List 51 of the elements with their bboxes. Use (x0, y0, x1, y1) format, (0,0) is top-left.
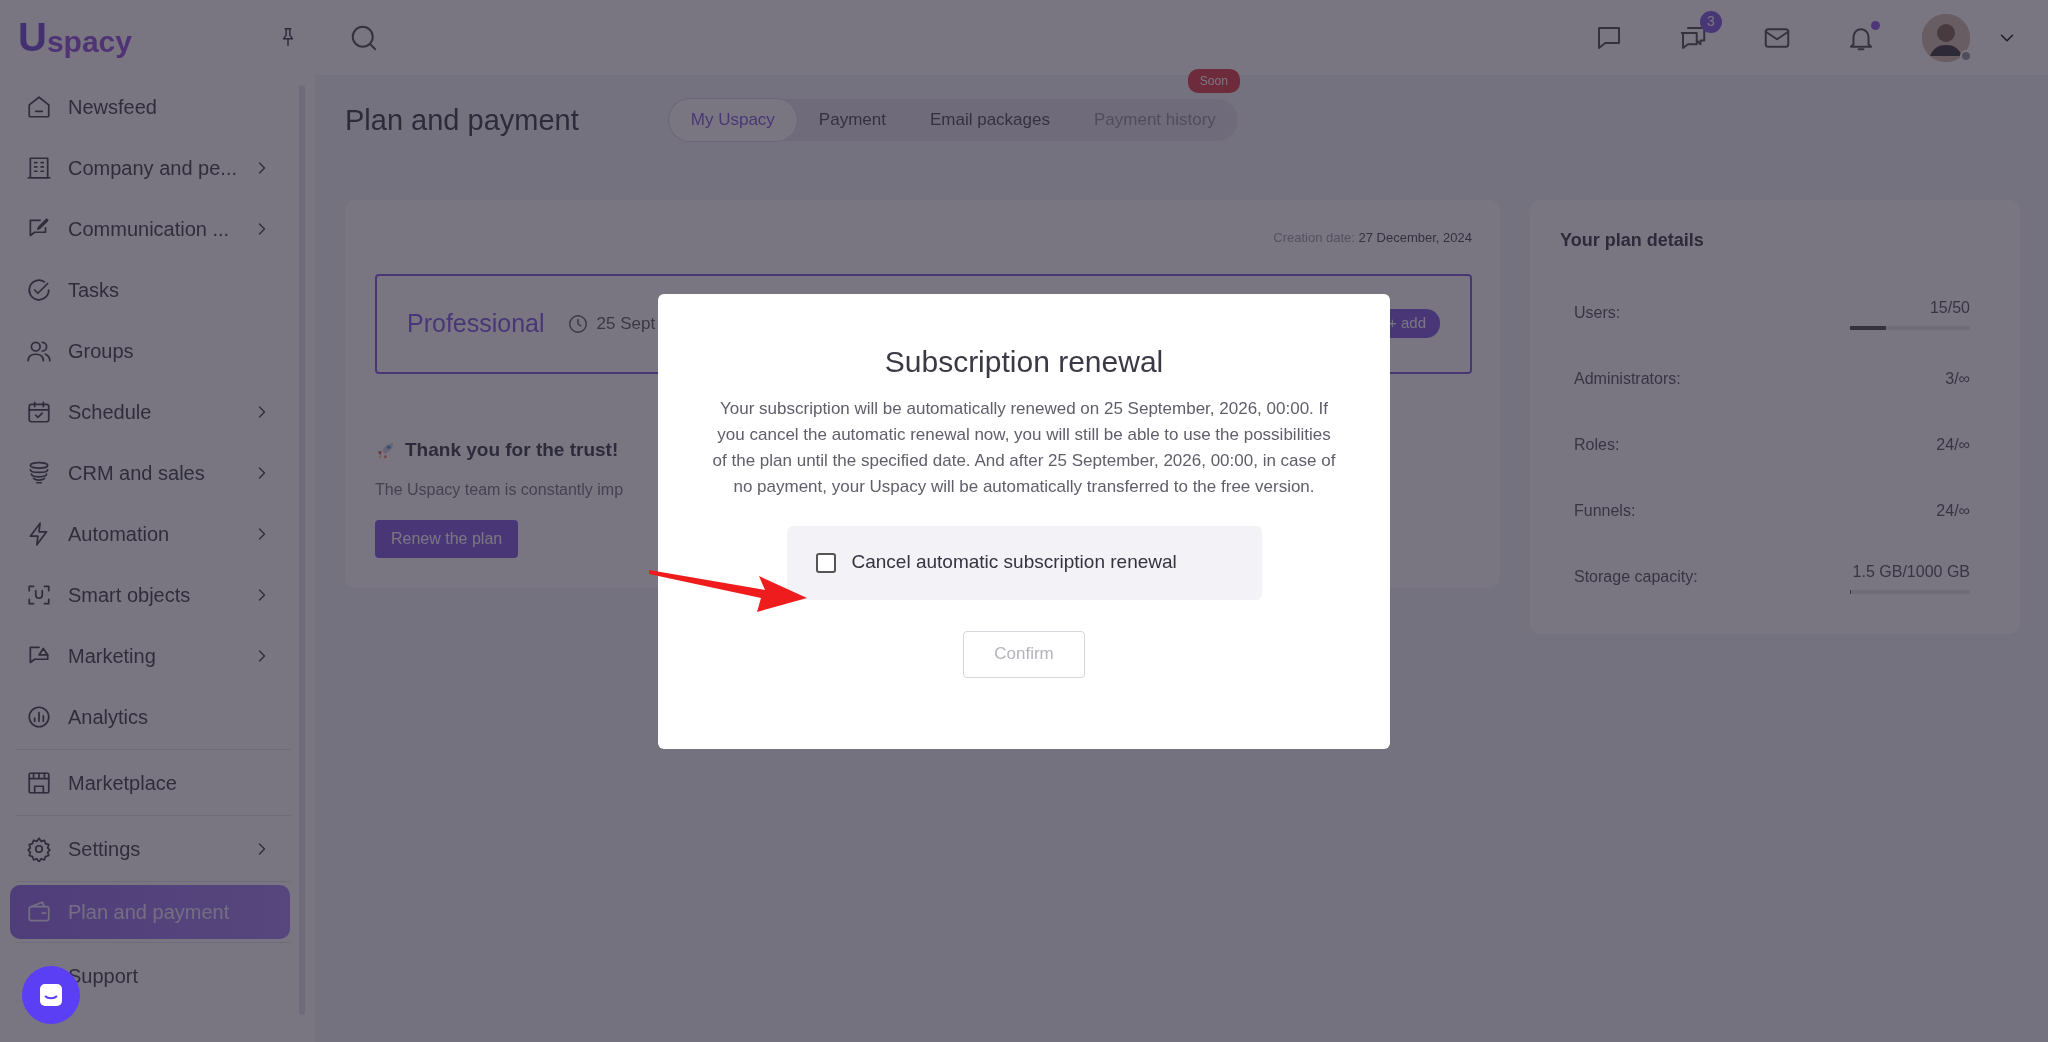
panel-title: Your plan details (1560, 230, 1705, 252)
sidebar-item[interactable]: Support (10, 945, 290, 1006)
dialog-text: Your subscription will be automatically renewed on 25 September, 2026, 00:00. If you cancel the automatic renewal now, you will still be able to use the possibilities of the plan until the specified date. And after 25 September, 2026, 00:00, in case of no payment, your Uspacy will be automatically transferred to the free version. (711, 397, 1337, 498)
tab[interactable]: My Uspacy (668, 99, 797, 141)
sidebar-item[interactable]: Groups (10, 320, 290, 381)
sidebar-item[interactable]: Tasks (10, 259, 290, 320)
checkbox-label: Cancel automatic subscription renewal (851, 550, 1177, 575)
count-badge: 3 (1700, 10, 1722, 33)
tab[interactable]: Email packages (907, 99, 1072, 141)
sidebar-item[interactable]: Marketplace (10, 752, 290, 813)
detail-label: Administrators: (1574, 368, 1681, 389)
settings-icon (26, 835, 52, 862)
avatar[interactable] (1922, 13, 1970, 62)
sidebar-item[interactable]: Settings (10, 818, 290, 879)
detail-label: Storage capacity: (1574, 566, 1698, 587)
tab[interactable]: Payment (796, 99, 908, 141)
detail-value: 24/∞ (1936, 434, 1970, 455)
sidebar-item[interactable]: Smart objects (10, 564, 290, 625)
renew-button[interactable]: Renew the plan (375, 520, 519, 558)
detail-label: Funnels: (1574, 500, 1636, 521)
expiry-date: 25 Sept (596, 312, 656, 335)
clock-icon (566, 312, 589, 335)
detail-value: 15/50 (1929, 297, 1970, 318)
page-title: Plan and payment (345, 102, 579, 138)
sidebar-item[interactable]: Marketing (10, 625, 290, 686)
check-circle-icon (26, 276, 52, 303)
soon-badge: Soon (1187, 69, 1240, 93)
sidebar-item[interactable]: Schedule (10, 381, 290, 442)
sidebar-item[interactable]: Analytics (10, 686, 290, 747)
detail-value: 24/∞ (1936, 500, 1970, 521)
chart-icon (26, 703, 52, 730)
detail-label: Roles: (1574, 434, 1620, 455)
plan-name: Professional (407, 307, 545, 339)
sidebar-item[interactable]: Communication ... (10, 198, 290, 259)
logo-text: spacy (46, 27, 132, 57)
dialog-title: Subscription renewal (884, 343, 1164, 380)
logo-mark: U (18, 17, 47, 57)
detail-value: 1.5 GB/1000 GB (1852, 561, 1970, 582)
sidebar-item[interactable]: Newsfeed (10, 76, 290, 137)
thanks-title: Thank you for the trust! (405, 437, 619, 462)
store-icon (26, 769, 52, 796)
wallet-icon (26, 899, 52, 925)
sidebar-item[interactable]: Company and pe... (10, 137, 290, 198)
sidebar-item[interactable]: Automation (10, 503, 290, 564)
chat-icon (37, 981, 65, 1009)
sidebar-item[interactable]: CRM and sales (10, 442, 290, 503)
detail-value: 3/∞ (1945, 368, 1970, 389)
checkbox[interactable] (815, 552, 836, 573)
calendar-icon (26, 398, 52, 425)
detail-label: Users: (1574, 302, 1621, 323)
building-icon (26, 154, 52, 181)
